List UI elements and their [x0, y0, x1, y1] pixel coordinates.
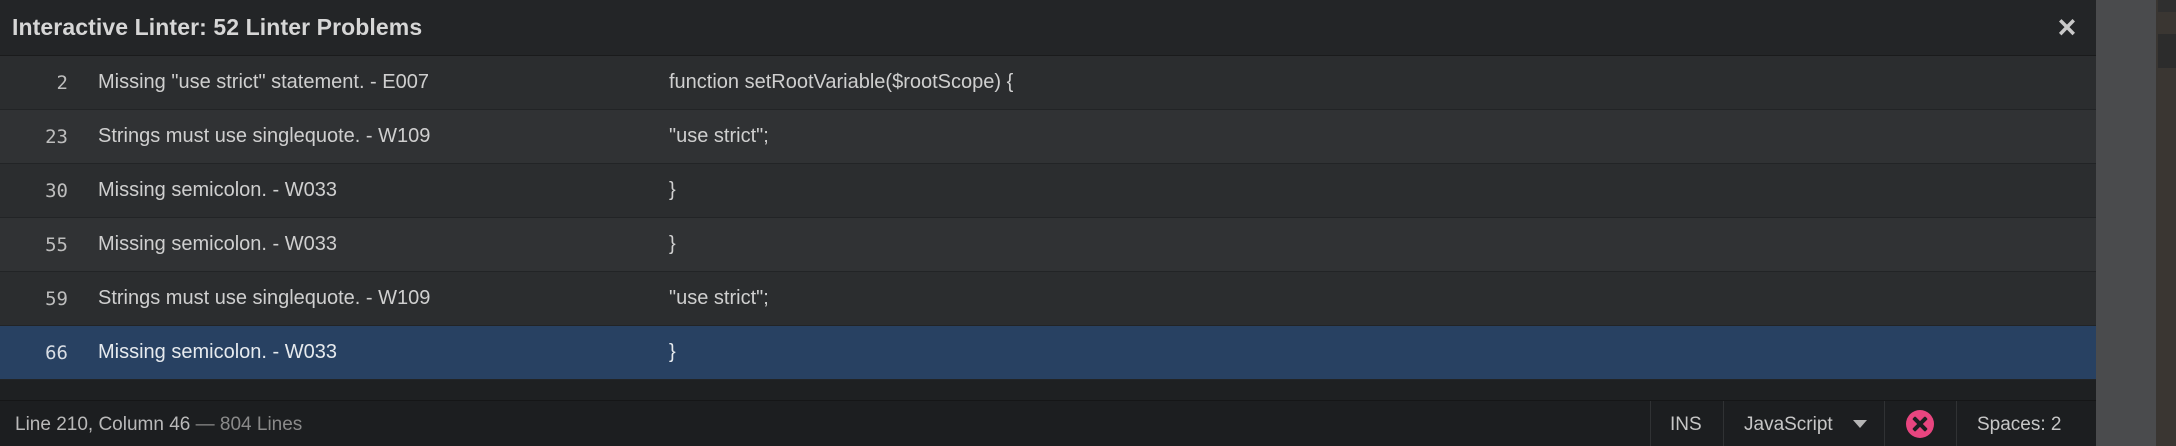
problem-row[interactable]: 59 Strings must use singlequote. - W109 …: [0, 272, 2096, 326]
panel-title: Interactive Linter: 52 Linter Problems: [12, 14, 423, 40]
linter-panel: Interactive Linter: 52 Linter Problems ×…: [0, 0, 2096, 400]
problem-row[interactable]: 55 Missing semicolon. - W033 }: [0, 218, 2096, 272]
problem-list: 2 Missing "use strict" statement. - E007…: [0, 56, 2096, 400]
problem-message: Missing semicolon. - W033: [98, 341, 337, 363]
status-divider: [1884, 401, 1885, 446]
problem-code: "use strict";: [669, 125, 769, 147]
indentation-selector[interactable]: Spaces: 2: [1977, 414, 2062, 436]
problem-line-number: 30: [45, 180, 68, 202]
status-divider: [1956, 401, 1957, 446]
problem-code: function setRootVariable($rootScope) {: [669, 71, 1014, 93]
problem-row[interactable]: 30 Missing semicolon. - W033 }: [0, 164, 2096, 218]
problem-message: Missing semicolon. - W033: [98, 233, 337, 255]
problem-code: }: [669, 233, 676, 255]
scrollbar-track[interactable]: [2096, 0, 2156, 446]
chevron-down-icon[interactable]: [1853, 420, 1867, 428]
insert-mode-toggle[interactable]: INS: [1670, 414, 1702, 436]
problem-code: }: [669, 341, 676, 363]
problem-code: }: [669, 179, 676, 201]
problem-message: Missing semicolon. - W033: [98, 179, 337, 201]
problem-row[interactable]: 2 Missing "use strict" statement. - E007…: [0, 56, 2096, 110]
problem-message: Missing "use strict" statement. - E007: [98, 71, 429, 93]
problem-message: Strings must use singlequote. - W109: [98, 287, 431, 309]
status-bar: Line 210, Column 46 — 804 Lines INS Java…: [0, 400, 2096, 446]
line-count: — 804 Lines: [190, 414, 303, 435]
close-icon[interactable]: ×: [2052, 10, 2082, 44]
problem-code: "use strict";: [669, 287, 769, 309]
cursor-position: Line 210, Column 46 — 804 Lines: [15, 414, 302, 436]
editor-window: Interactive Linter: 52 Linter Problems ×…: [0, 0, 2176, 446]
problem-line-number: 2: [56, 72, 68, 94]
problem-line-number: 66: [45, 342, 68, 364]
problem-line-number: 59: [45, 288, 68, 310]
problem-line-number: 55: [45, 234, 68, 256]
error-circle-icon[interactable]: [1906, 410, 1934, 438]
problem-line-number: 23: [45, 126, 68, 148]
status-divider: [1723, 401, 1724, 446]
language-selector[interactable]: JavaScript: [1744, 414, 1833, 436]
scrollbar-top: [2158, 0, 2176, 12]
problem-row-selected[interactable]: 66 Missing semicolon. - W033 }: [0, 326, 2096, 380]
problem-row[interactable]: 23 Strings must use singlequote. - W109 …: [0, 110, 2096, 164]
scrollbar-thumb[interactable]: [2158, 34, 2176, 68]
cursor-line-column: Line 210, Column 46: [15, 414, 191, 435]
status-divider: [1650, 401, 1651, 446]
problem-message: Strings must use singlequote. - W109: [98, 125, 431, 147]
panel-header: Interactive Linter: 52 Linter Problems ×: [0, 0, 2096, 56]
